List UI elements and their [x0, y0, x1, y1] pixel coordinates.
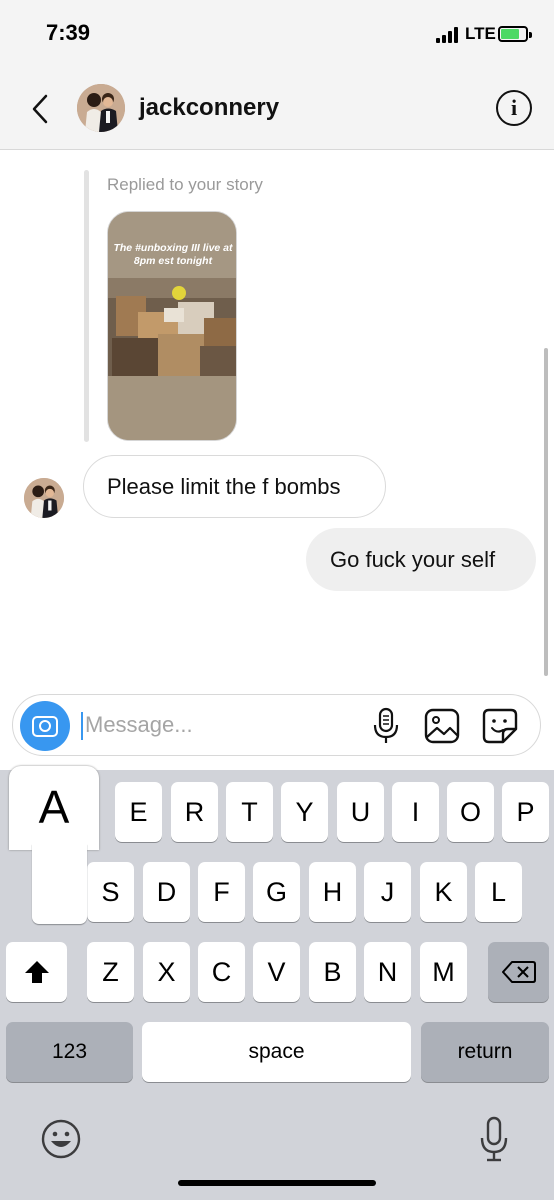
- message-composer: [12, 694, 541, 756]
- numbers-key[interactable]: 123: [6, 1022, 133, 1082]
- chat-header: jackconnery i: [0, 70, 554, 150]
- key-popup-letter: A: [38, 781, 70, 833]
- key-r[interactable]: R: [171, 782, 218, 842]
- key-x[interactable]: X: [143, 942, 190, 1002]
- home-indicator[interactable]: [178, 1180, 376, 1186]
- key-popup-a[interactable]: A: [9, 766, 99, 924]
- reply-indicator-bar: [84, 170, 89, 442]
- key-p[interactable]: P: [502, 782, 549, 842]
- emoji-icon[interactable]: [41, 1119, 81, 1159]
- key-g[interactable]: G: [253, 862, 300, 922]
- key-o[interactable]: O: [447, 782, 494, 842]
- signal-icon: [436, 27, 462, 43]
- key-b[interactable]: B: [309, 942, 356, 1002]
- key-d[interactable]: D: [143, 862, 190, 922]
- shift-key[interactable]: [6, 942, 67, 1002]
- delete-key[interactable]: [488, 942, 549, 1002]
- image-icon[interactable]: [423, 707, 461, 745]
- outgoing-message-bubble[interactable]: Go fuck your self: [306, 528, 536, 591]
- chat-username[interactable]: jackconnery: [139, 94, 279, 122]
- key-f[interactable]: F: [198, 862, 245, 922]
- key-n[interactable]: N: [364, 942, 411, 1002]
- key-e[interactable]: E: [115, 782, 162, 842]
- status-bar: 7:39 LTE: [0, 0, 554, 70]
- camera-icon[interactable]: [20, 701, 70, 751]
- key-y[interactable]: Y: [281, 782, 328, 842]
- return-key[interactable]: return: [421, 1022, 549, 1082]
- key-l[interactable]: L: [475, 862, 522, 922]
- key-u[interactable]: U: [337, 782, 384, 842]
- battery-icon: [498, 26, 532, 42]
- network-label: LTE: [465, 24, 496, 43]
- message-input[interactable]: [85, 705, 355, 745]
- dictation-mic-icon[interactable]: [479, 1116, 509, 1162]
- key-v[interactable]: V: [253, 942, 300, 1002]
- mic-icon[interactable]: [371, 707, 401, 745]
- delete-icon: [501, 961, 536, 983]
- scrollbar[interactable]: [544, 348, 548, 676]
- avatar[interactable]: [77, 84, 125, 132]
- status-time: 7:39: [46, 20, 91, 45]
- space-key[interactable]: space: [142, 1022, 411, 1082]
- key-k[interactable]: K: [420, 862, 467, 922]
- text-cursor: [81, 712, 83, 740]
- key-t[interactable]: T: [226, 782, 273, 842]
- shift-icon: [24, 961, 49, 983]
- sticker-icon[interactable]: [481, 707, 519, 745]
- info-icon[interactable]: i: [496, 90, 532, 126]
- key-c[interactable]: C: [198, 942, 245, 1002]
- story-thumbnail[interactable]: The #unboxing III live at 8pm est tonigh…: [107, 211, 237, 441]
- back-icon[interactable]: [26, 92, 56, 126]
- replied-to-story-label: Replied to your story: [107, 175, 263, 194]
- story-caption: The #unboxing III live at 8pm est tonigh…: [113, 242, 233, 267]
- key-i[interactable]: I: [392, 782, 439, 842]
- key-z[interactable]: Z: [87, 942, 134, 1002]
- incoming-message-bubble[interactable]: Please limit the f bombs: [83, 455, 386, 518]
- key-h[interactable]: H: [309, 862, 356, 922]
- key-m[interactable]: M: [420, 942, 467, 1002]
- sender-avatar[interactable]: [24, 478, 64, 518]
- key-j[interactable]: J: [364, 862, 411, 922]
- story-photo: [108, 278, 236, 376]
